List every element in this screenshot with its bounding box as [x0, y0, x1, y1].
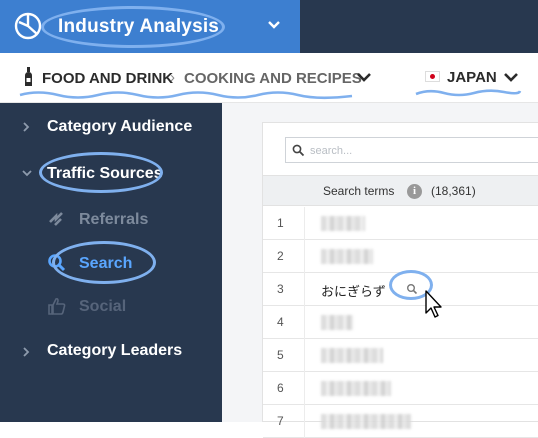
row-rank: 1	[277, 216, 284, 230]
search-terms-panel: Search terms i (18,361) 1 2 3 おにぎらず 4	[262, 122, 538, 438]
pie-chart-icon	[14, 12, 42, 40]
sidebar-item-label: Search	[79, 255, 133, 272]
column-divider	[304, 207, 305, 240]
table-row[interactable]: 4	[263, 306, 538, 339]
search-icon	[292, 144, 305, 157]
row-rank: 5	[277, 348, 284, 362]
breadcrumb-subcategory[interactable]: COOKING AND RECIPES	[184, 70, 362, 87]
referrals-icon	[49, 212, 63, 226]
breadcrumb-underline-annotation	[19, 91, 353, 100]
top-bar: Industry Analysis	[0, 0, 538, 53]
chevron-down-icon[interactable]	[503, 72, 519, 83]
sidebar-item-referrals[interactable]: Referrals	[0, 201, 222, 237]
breadcrumb-separator: ›	[170, 69, 175, 86]
row-rank: 4	[277, 315, 284, 329]
table-row[interactable]: 2	[263, 240, 538, 273]
mouse-cursor-icon	[425, 290, 442, 318]
chevron-down-icon	[22, 170, 32, 177]
sidebar-item-label: Category Leaders	[47, 342, 183, 359]
breadcrumb: FOOD AND DRINK › COOKING AND RECIPES JAP…	[0, 53, 538, 103]
row-rank: 3	[277, 282, 284, 296]
sidebar-item-social[interactable]: Social	[0, 288, 222, 324]
search-box[interactable]	[285, 137, 538, 163]
chevron-right-icon	[23, 347, 30, 357]
country-underline-annotation	[415, 89, 522, 97]
app-title: Industry Analysis	[58, 16, 220, 37]
table-row[interactable]: 5	[263, 339, 538, 372]
table-row[interactable]: 6	[263, 372, 538, 405]
column-divider	[304, 339, 305, 372]
sidebar-item-label: Category Audience	[47, 118, 193, 135]
search-input[interactable]	[310, 142, 530, 160]
table-row[interactable]: 3 おにぎらず	[263, 273, 538, 306]
bottle-icon	[25, 67, 32, 86]
sidebar-item-label: Referrals	[79, 211, 149, 228]
row-rank: 7	[277, 414, 284, 428]
row-rank: 2	[277, 249, 284, 263]
search-icon	[48, 254, 66, 272]
sidebar-item-label: Traffic Sources	[47, 165, 163, 182]
app-switcher[interactable]: Industry Analysis	[0, 0, 300, 53]
redacted-term	[321, 315, 353, 330]
column-divider	[304, 240, 305, 273]
country-selector[interactable]: JAPAN	[447, 69, 497, 86]
search-term[interactable]: おにぎらず	[321, 281, 386, 300]
table-header: Search terms i (18,361)	[263, 175, 538, 206]
redacted-term	[321, 348, 383, 363]
redacted-term	[321, 381, 391, 396]
column-header-search-terms[interactable]: Search terms	[323, 184, 394, 198]
breadcrumb-category[interactable]: FOOD AND DRINK	[42, 70, 173, 87]
main-content: Search terms i (18,361) 1 2 3 おにぎらず 4	[222, 103, 538, 438]
redacted-term	[321, 216, 365, 231]
chevron-right-icon	[23, 122, 30, 132]
chevron-down-icon[interactable]	[267, 20, 281, 30]
column-divider	[304, 273, 305, 306]
sidebar-item-label: Social	[79, 298, 127, 315]
search-terms-count: (18,361)	[431, 184, 476, 198]
sidebar-item-traffic-sources[interactable]: Traffic Sources	[0, 155, 222, 191]
sidebar-item-category-audience[interactable]: Category Audience	[0, 108, 222, 144]
sidebar-item-search[interactable]: Search	[0, 245, 222, 281]
chevron-down-icon[interactable]	[356, 72, 372, 83]
japan-flag-icon	[425, 71, 440, 82]
search-icon[interactable]	[406, 283, 418, 295]
sidebar: Category Audience Traffic Sources Referr…	[0, 103, 222, 422]
thumbs-up-icon	[48, 297, 66, 315]
column-divider	[304, 306, 305, 339]
column-divider	[304, 372, 305, 405]
table-row[interactable]: 1	[263, 207, 538, 240]
sidebar-item-category-leaders[interactable]: Category Leaders	[0, 333, 222, 369]
redacted-term	[321, 249, 373, 264]
row-rank: 6	[277, 381, 284, 395]
info-icon[interactable]: i	[407, 184, 422, 199]
